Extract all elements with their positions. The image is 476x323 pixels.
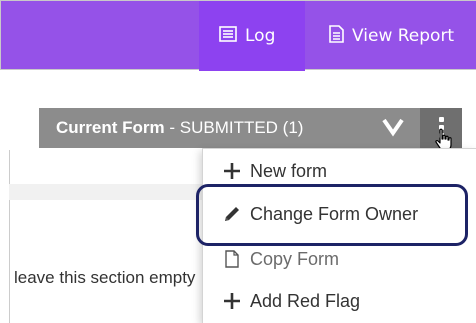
top-toolbar: Log View Report <box>0 0 476 71</box>
section-hint-text: leave this section empty <box>14 268 196 287</box>
chevron-down-icon[interactable] <box>382 117 404 142</box>
highlight-annotation <box>196 184 468 246</box>
form-status: SUBMITTED (1) <box>179 118 304 137</box>
kebab-dot <box>439 117 444 122</box>
title-separator: - <box>164 118 180 137</box>
plus-icon <box>220 162 244 180</box>
menu-item-new-form[interactable]: New form <box>203 155 476 187</box>
menu-item-copy-form[interactable]: Copy Form <box>203 243 476 275</box>
current-form-bar[interactable]: Current Form - SUBMITTED (1) <box>39 108 462 148</box>
current-form-title: Current Form - SUBMITTED (1) <box>56 108 303 148</box>
log-button[interactable]: Log <box>199 1 305 71</box>
menu-item-add-red-flag[interactable]: Add Red Flag <box>203 285 476 317</box>
copy-icon <box>220 250 244 268</box>
plus-icon <box>220 292 244 310</box>
menu-item-label: New form <box>250 160 328 181</box>
log-icon <box>219 25 245 47</box>
view-report-button[interactable]: View Report <box>307 1 476 71</box>
page-border <box>9 150 10 323</box>
view-report-label: View Report <box>352 26 455 46</box>
log-label: Log <box>245 26 276 46</box>
menu-item-label: Copy Form <box>250 248 340 269</box>
menu-item-label: Add Red Flag <box>250 290 361 311</box>
report-icon <box>329 24 352 48</box>
current-form-label: Current Form <box>56 118 165 137</box>
